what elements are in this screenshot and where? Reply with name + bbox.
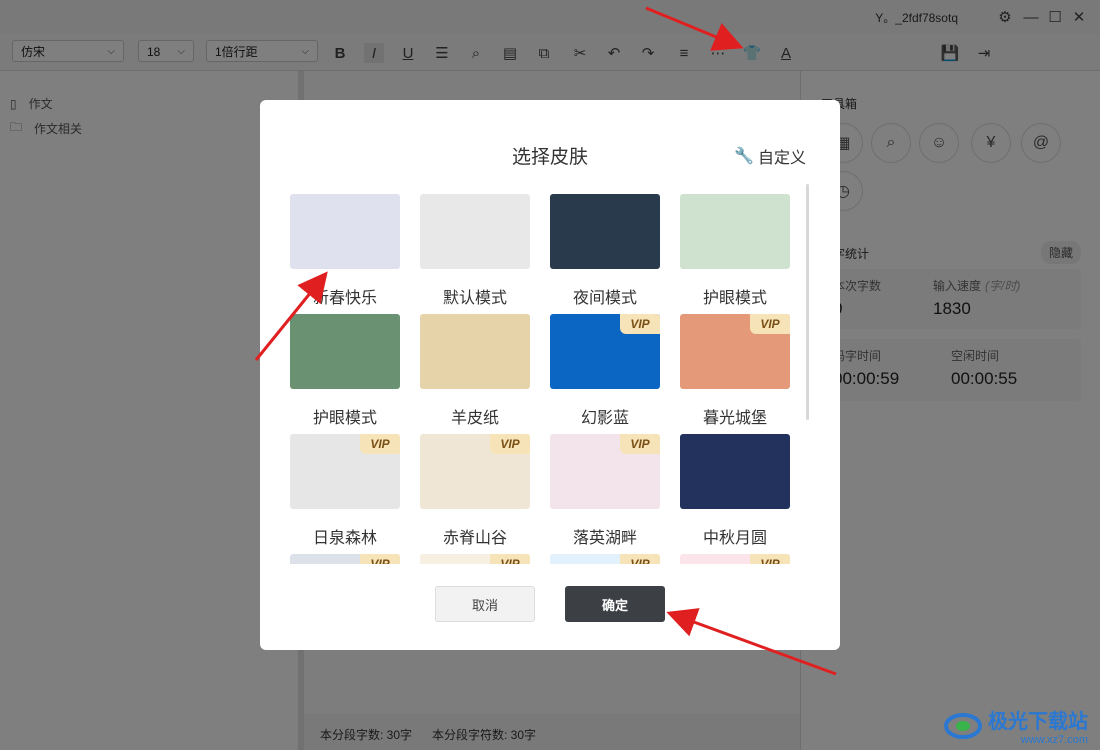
site-watermark: 极光下载站 www.xz7.com	[944, 705, 1088, 746]
skin-label: 中秋月圆	[702, 530, 767, 547]
skin-label: 幻影蓝	[580, 410, 629, 427]
skin-thumbnail: VIP	[420, 434, 530, 509]
skin-grid-scrollbar[interactable]	[806, 184, 809, 420]
skin-item[interactable]: 护眼模式	[680, 194, 790, 307]
skin-thumbnail	[420, 194, 530, 269]
skin-label: 赤脊山谷	[442, 530, 507, 547]
vip-badge: VIP	[490, 434, 530, 454]
skin-item[interactable]: 护眼模式	[290, 314, 400, 427]
skin-thumbnail: VIP	[680, 554, 790, 564]
skin-item[interactable]: VIP	[290, 554, 400, 564]
skin-item[interactable]: VIP	[420, 554, 530, 564]
skin-item[interactable]: 默认模式	[420, 194, 530, 307]
skin-thumbnail	[290, 194, 400, 269]
skin-item[interactable]: VIP 赤脊山谷	[420, 434, 530, 547]
wrench-icon: 🔧	[734, 148, 754, 165]
vip-badge: VIP	[620, 554, 660, 564]
skin-label: 暮光城堡	[702, 410, 767, 427]
vip-badge: VIP	[490, 554, 530, 564]
skin-thumbnail: VIP	[550, 434, 660, 509]
skin-label: 默认模式	[442, 290, 507, 307]
skin-dialog: 选择皮肤 🔧 自定义 新春快乐 默认模式 夜间模式 护眼模式 护眼模式 羊皮纸 VIP 幻影蓝…	[260, 100, 840, 650]
cancel-button[interactable]: 取消	[435, 586, 535, 622]
confirm-button[interactable]: 确定	[565, 586, 665, 622]
skin-thumbnail	[680, 194, 790, 269]
watermark-text: 极光下载站	[988, 711, 1088, 733]
skin-item[interactable]: 新春快乐	[290, 194, 400, 307]
skin-label: 护眼模式	[312, 410, 377, 427]
skin-item[interactable]: VIP 落英湖畔	[550, 434, 660, 547]
skin-thumbnail	[420, 314, 530, 389]
skin-item[interactable]: VIP 幻影蓝	[550, 314, 660, 427]
skin-label: 夜间模式	[572, 290, 637, 307]
skin-thumbnail: VIP	[550, 554, 660, 564]
skin-thumbnail	[290, 314, 400, 389]
skin-label: 落英湖畔	[572, 530, 637, 547]
watermark-url: www.xz7.com	[1020, 734, 1088, 746]
skin-item[interactable]: 夜间模式	[550, 194, 660, 307]
skin-thumbnail: VIP	[680, 314, 790, 389]
skin-label: 日泉森林	[312, 530, 377, 547]
watermark-logo-icon	[944, 712, 982, 739]
vip-badge: VIP	[750, 554, 790, 564]
skin-item[interactable]: VIP 日泉森林	[290, 434, 400, 547]
vip-badge: VIP	[620, 314, 660, 334]
skin-thumbnail: VIP	[420, 554, 530, 564]
skin-label: 新春快乐	[312, 290, 377, 307]
vip-badge: VIP	[620, 434, 660, 454]
skin-grid: 新春快乐 默认模式 夜间模式 护眼模式 护眼模式 羊皮纸 VIP 幻影蓝 VIP 暮光城堡 VIP 日…	[290, 194, 800, 564]
custom-skin-button[interactable]: 🔧 自定义	[734, 144, 806, 168]
skin-thumbnail: VIP	[550, 314, 660, 389]
skin-thumbnail	[680, 434, 790, 509]
skin-thumbnail	[550, 194, 660, 269]
skin-item[interactable]: 羊皮纸	[420, 314, 530, 427]
custom-skin-label: 自定义	[757, 150, 806, 167]
skin-thumbnail: VIP	[290, 554, 400, 564]
skin-thumbnail: VIP	[290, 434, 400, 509]
skin-label: 护眼模式	[702, 290, 767, 307]
vip-badge: VIP	[750, 314, 790, 334]
vip-badge: VIP	[360, 554, 400, 564]
vip-badge: VIP	[360, 434, 400, 454]
skin-label: 羊皮纸	[450, 410, 499, 427]
skin-item[interactable]: VIP 暮光城堡	[680, 314, 790, 427]
skin-item[interactable]: VIP	[550, 554, 660, 564]
skin-item[interactable]: 中秋月圆	[680, 434, 790, 547]
skin-item[interactable]: VIP	[680, 554, 790, 564]
